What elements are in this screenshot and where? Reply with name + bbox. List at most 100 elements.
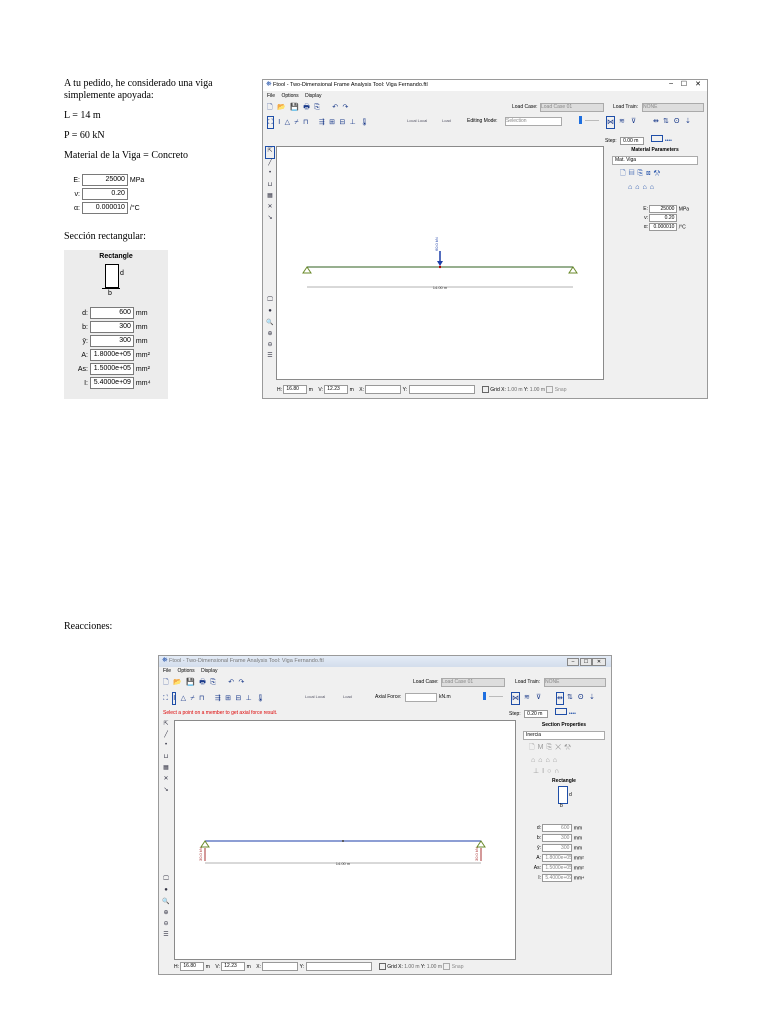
print-icon[interactable]: 🖶 bbox=[199, 677, 206, 688]
support-icon[interactable]: △ bbox=[181, 693, 186, 704]
arrow-tool-icon[interactable]: ↘ bbox=[161, 786, 171, 797]
material-delete-icon[interactable]: ⊠ bbox=[646, 170, 653, 177]
redo-icon[interactable]: ↷ bbox=[239, 677, 245, 688]
zoom-in-icon[interactable]: ⊕ bbox=[161, 909, 171, 920]
menu-file[interactable]: File bbox=[267, 93, 275, 99]
copy-icon[interactable]: ⎘ bbox=[314, 102, 320, 113]
deformation-icon[interactable]: ≋ bbox=[524, 692, 530, 703]
delete-tool-icon[interactable]: ✕ bbox=[161, 775, 171, 786]
scroll-icon[interactable]: ☰ bbox=[161, 931, 171, 942]
section-icon[interactable]: I bbox=[278, 117, 280, 128]
zoom-in-icon[interactable]: ⊕ bbox=[265, 330, 275, 341]
assign-3-icon[interactable]: ⌂ bbox=[545, 757, 552, 764]
grid-tool-icon[interactable]: ▦ bbox=[161, 764, 171, 775]
moment-icon[interactable]: ⊟ bbox=[235, 693, 241, 704]
slider-track[interactable] bbox=[585, 120, 599, 121]
save-icon[interactable]: 💾 bbox=[290, 102, 299, 113]
menu-display[interactable]: Display bbox=[201, 668, 217, 674]
structure-icon[interactable]: ⛶ bbox=[163, 693, 168, 704]
nu-field[interactable]: 0.20 bbox=[81, 188, 128, 200]
deformation-icon[interactable]: ≋ bbox=[619, 116, 625, 127]
load-arrow-icon[interactable]: ⇶ bbox=[319, 117, 325, 128]
redo-icon[interactable]: ↷ bbox=[343, 102, 349, 113]
shape-1-icon[interactable]: ⊥ bbox=[533, 768, 542, 775]
thermal-icon[interactable]: ⊥ bbox=[246, 693, 252, 704]
frame-tool-icon[interactable]: ⊔ bbox=[161, 753, 171, 764]
step-field-2[interactable]: 0.20 m bbox=[524, 709, 549, 718]
moment-diagram-icon[interactable]: ʘ bbox=[578, 692, 583, 703]
drawing-canvas[interactable]: 60.0 kN 14.00 m bbox=[276, 146, 604, 380]
assign-4-icon[interactable]: ⌂ bbox=[650, 184, 657, 191]
zoom-out-icon[interactable]: ⊖ bbox=[265, 341, 275, 352]
undo-icon[interactable]: ↶ bbox=[332, 102, 338, 113]
zoom-out-icon[interactable]: ⊖ bbox=[161, 920, 171, 931]
node-tool-icon[interactable]: • bbox=[161, 742, 171, 753]
drawing-canvas-2[interactable]: 14.00 m 30.0 kN 30.0 kN bbox=[174, 720, 516, 960]
envelope-icon[interactable]: ⊽ bbox=[631, 116, 636, 127]
undo-icon[interactable]: ↶ bbox=[228, 677, 234, 688]
load-case-select-2[interactable]: Load Case 01 bbox=[441, 678, 505, 687]
node-tool-icon[interactable]: • bbox=[265, 170, 275, 181]
load-case-select[interactable]: Load Case 01 bbox=[540, 103, 604, 112]
dots-icon[interactable]: •••• bbox=[569, 711, 576, 717]
distributed-load-icon[interactable]: ⊞ bbox=[225, 693, 231, 704]
diagram-icon[interactable]: ⋈ bbox=[511, 692, 520, 705]
snap-checkbox[interactable] bbox=[443, 963, 451, 970]
menu-display[interactable]: Display bbox=[305, 93, 321, 99]
load-train-select-2[interactable]: NONE bbox=[544, 678, 606, 687]
menu-options[interactable]: Options bbox=[281, 93, 298, 99]
new-file-icon[interactable]: 🗋 bbox=[267, 102, 273, 113]
section-select[interactable]: Inercia bbox=[523, 731, 605, 740]
select-cursor-icon[interactable]: ⇱ bbox=[161, 720, 171, 731]
hinge-icon[interactable]: ⌿ bbox=[294, 117, 298, 128]
monitor-icon[interactable]: 🖵 bbox=[161, 876, 171, 887]
menu-options[interactable]: Options bbox=[177, 668, 194, 674]
structure-icon[interactable]: ⛶ bbox=[267, 116, 274, 129]
support-icon[interactable]: △ bbox=[285, 117, 290, 128]
load-arrow-icon[interactable]: ⇶ bbox=[215, 693, 221, 704]
arrow-tool-icon[interactable]: ↘ bbox=[265, 214, 275, 225]
shear-icon[interactable]: ⇅ bbox=[567, 692, 573, 703]
scale-icon[interactable]: ⇣ bbox=[589, 692, 595, 703]
material-copy-icon[interactable]: ⎘ bbox=[637, 170, 646, 177]
shape-4-icon[interactable]: ∩ bbox=[554, 768, 562, 775]
grid-tool-icon[interactable]: ▦ bbox=[265, 192, 275, 203]
copy-icon[interactable]: ⎘ bbox=[210, 677, 216, 688]
axial-force-field[interactable] bbox=[405, 693, 437, 702]
frame-icon[interactable]: ⊓ bbox=[199, 693, 204, 704]
moment-icon[interactable]: ⊟ bbox=[339, 117, 345, 128]
shear-icon[interactable]: ⇅ bbox=[663, 116, 669, 127]
assign-3-icon[interactable]: ⌂ bbox=[642, 184, 649, 191]
open-folder-icon[interactable]: 📂 bbox=[277, 102, 286, 113]
zoom-icon[interactable]: 🔍 bbox=[161, 898, 171, 909]
section-copy-icon[interactable]: ⎘ bbox=[546, 744, 555, 751]
load-train-select[interactable]: NONE bbox=[642, 103, 704, 112]
snap-step-icon[interactable] bbox=[651, 135, 664, 142]
minimize-button[interactable]: – bbox=[567, 658, 579, 666]
alpha-field[interactable]: 0.000010 bbox=[81, 202, 128, 214]
hinge-icon[interactable]: ⌿ bbox=[190, 693, 194, 704]
grid-checkbox[interactable] bbox=[481, 386, 489, 393]
scale-icon[interactable]: ⇣ bbox=[685, 116, 691, 127]
diagram-icon[interactable]: ⋈ bbox=[606, 116, 615, 129]
frame-tool-icon[interactable]: ⊔ bbox=[265, 181, 275, 192]
close-button[interactable]: ✕ bbox=[592, 658, 606, 666]
dots-icon[interactable]: •••• bbox=[665, 138, 672, 144]
open-folder-icon[interactable]: 📂 bbox=[173, 677, 182, 688]
zoom-icon[interactable]: 🔍 bbox=[265, 319, 275, 330]
select-cursor-icon[interactable]: ⇱ bbox=[265, 146, 275, 159]
delete-tool-icon[interactable]: ✕ bbox=[265, 203, 275, 214]
slider-thumb[interactable] bbox=[579, 116, 582, 124]
close-button[interactable]: ✕ bbox=[695, 80, 701, 88]
step-field[interactable]: 0.00 m bbox=[620, 136, 645, 145]
snap-step-icon[interactable] bbox=[555, 708, 568, 715]
axial-icon[interactable]: ⇹ bbox=[653, 116, 659, 127]
section-delete-icon[interactable]: ✕ bbox=[555, 744, 564, 751]
section-apply-icon[interactable]: ⚒ bbox=[564, 744, 574, 751]
globe-icon[interactable]: ● bbox=[265, 308, 275, 319]
thermal-icon[interactable]: ⊥ bbox=[350, 117, 356, 128]
distributed-load-icon[interactable]: ⊞ bbox=[329, 117, 335, 128]
e-field[interactable]: 25000 bbox=[81, 174, 128, 186]
maximize-button[interactable]: ☐ bbox=[681, 80, 687, 88]
envelope-icon[interactable]: ⊽ bbox=[536, 692, 541, 703]
